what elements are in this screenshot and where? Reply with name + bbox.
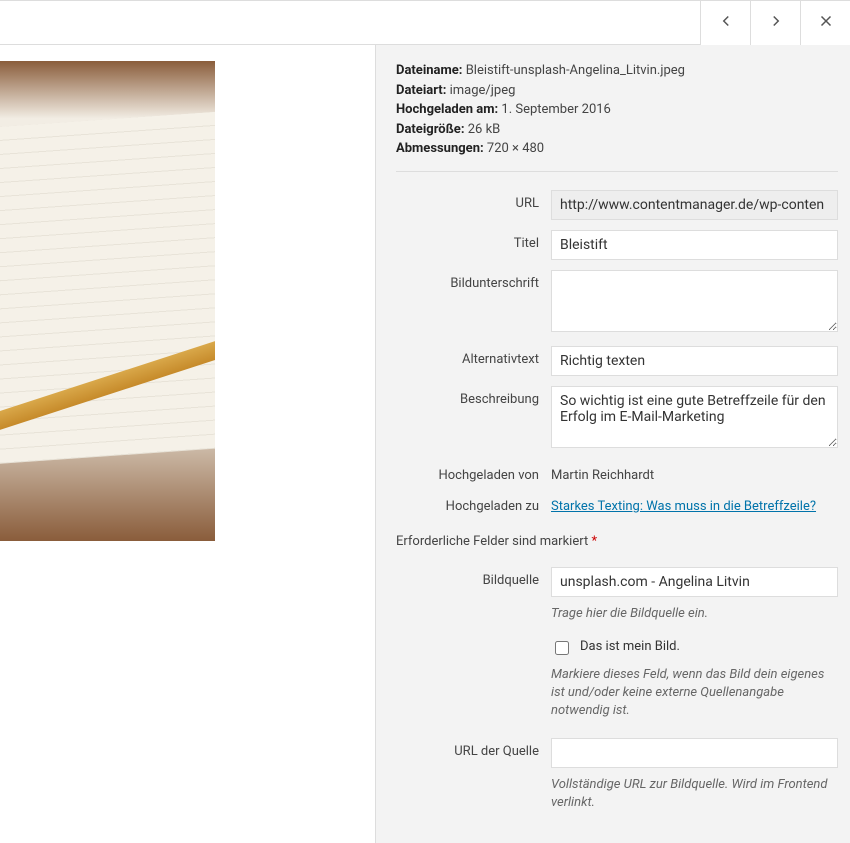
my-image-label: Das ist mein Bild. bbox=[580, 639, 680, 654]
title-input[interactable] bbox=[551, 230, 838, 260]
caption-textarea[interactable] bbox=[551, 270, 838, 332]
uploaded-to-link[interactable]: Starkes Texting: Was muss in die Betreff… bbox=[551, 499, 816, 514]
close-button[interactable] bbox=[800, 1, 850, 45]
bildquelle-label: Bildquelle bbox=[396, 567, 551, 588]
modal-body: Dateiname: Bleistift-unsplash-Angelina_L… bbox=[0, 45, 850, 843]
preview-pane bbox=[0, 45, 375, 843]
url-label: URL bbox=[396, 190, 551, 211]
uploaded-to-label: Hochgeladen zu bbox=[396, 493, 551, 514]
url-source-hint: Vollständige URL zur Bildquelle. Wird im… bbox=[551, 776, 838, 812]
details-pane: Dateiname: Bleistift-unsplash-Angelina_L… bbox=[375, 45, 850, 843]
chevron-left-icon bbox=[717, 12, 735, 34]
media-details-modal: Dateiname: Bleistift-unsplash-Angelina_L… bbox=[0, 0, 850, 843]
caption-label: Bildunterschrift bbox=[396, 270, 551, 291]
filesize-label: Dateigröße: bbox=[396, 122, 465, 137]
desc-textarea[interactable]: So wichtig ist eine gute Betreffzeile fü… bbox=[551, 386, 838, 448]
required-fields-note: Erforderliche Felder sind markiert * bbox=[396, 534, 838, 549]
prev-button[interactable] bbox=[700, 1, 750, 45]
my-image-hint: Markiere dieses Feld, wenn das Bild dein… bbox=[551, 666, 838, 721]
filename-label: Dateiname: bbox=[396, 63, 462, 78]
modal-topbar bbox=[0, 1, 850, 45]
bildquelle-input[interactable] bbox=[551, 567, 838, 597]
my-image-checkbox[interactable] bbox=[555, 641, 569, 655]
filesize-value: 26 kB bbox=[468, 122, 501, 137]
url-source-input[interactable] bbox=[551, 738, 838, 768]
desc-label: Beschreibung bbox=[396, 386, 551, 407]
uploaded-on-value: 1. September 2016 bbox=[501, 102, 610, 117]
uploaded-by-label: Hochgeladen von bbox=[396, 462, 551, 483]
dimensions-value: 720 × 480 bbox=[487, 141, 544, 156]
alt-input[interactable] bbox=[551, 346, 838, 376]
title-label: Titel bbox=[396, 230, 551, 251]
file-meta: Dateiname: Bleistift-unsplash-Angelina_L… bbox=[396, 61, 838, 172]
dimensions-label: Abmessungen: bbox=[396, 141, 484, 156]
next-button[interactable] bbox=[750, 1, 800, 45]
filetype-label: Dateiart: bbox=[396, 83, 446, 98]
alt-label: Alternativtext bbox=[396, 346, 551, 367]
close-icon bbox=[817, 12, 835, 34]
filename-value: Bleistift-unsplash-Angelina_Litvin.jpeg bbox=[466, 63, 685, 78]
attachment-preview[interactable] bbox=[0, 61, 215, 541]
bildquelle-hint: Trage hier die Bildquelle ein. bbox=[551, 605, 838, 623]
chevron-right-icon bbox=[767, 12, 785, 34]
uploaded-on-label: Hochgeladen am: bbox=[396, 102, 498, 117]
url-input[interactable] bbox=[551, 190, 838, 220]
uploaded-by-value: Martin Reichhardt bbox=[551, 462, 838, 483]
url-source-label: URL der Quelle bbox=[396, 738, 551, 759]
filetype-value: image/jpeg bbox=[450, 83, 516, 98]
required-asterisk: * bbox=[591, 534, 597, 549]
